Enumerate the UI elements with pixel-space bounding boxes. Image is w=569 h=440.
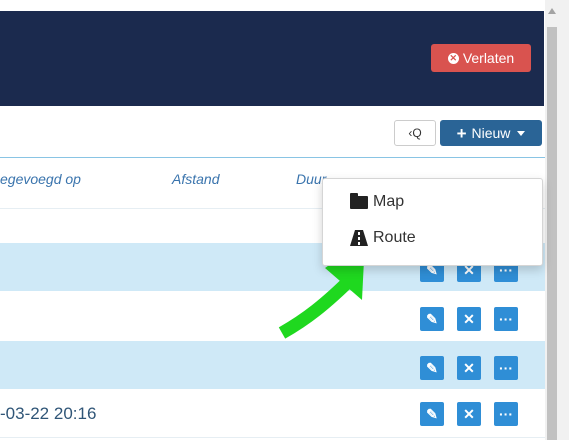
pencil-icon: ✎ bbox=[426, 405, 438, 422]
pencil-icon: ✎ bbox=[426, 359, 438, 376]
dropdown-item-map[interactable]: Map bbox=[350, 192, 405, 211]
column-header-added[interactable]: egevoegd op bbox=[0, 171, 81, 187]
table-cell-date: -03-22 20:16 bbox=[0, 404, 97, 423]
row-divider bbox=[0, 437, 545, 438]
delete-button[interactable]: ✕ bbox=[457, 356, 481, 380]
more-button[interactable]: ··· bbox=[494, 356, 518, 380]
row-actions: ✎ ✕ ··· bbox=[420, 402, 518, 426]
ellipsis-icon: ··· bbox=[499, 406, 513, 422]
dropdown-item-route[interactable]: Route bbox=[350, 229, 416, 247]
folder-icon bbox=[350, 192, 368, 209]
x-icon: ✕ bbox=[463, 359, 475, 376]
delete-button[interactable]: ✕ bbox=[457, 402, 481, 426]
more-button[interactable]: ··· bbox=[494, 307, 518, 331]
scroll-thumb[interactable] bbox=[547, 27, 557, 440]
dropdown-item-label: Route bbox=[373, 229, 416, 246]
leave-label: Verlaten bbox=[462, 50, 515, 66]
plus-icon: + bbox=[456, 123, 467, 143]
leave-icon: ✕ bbox=[447, 52, 459, 64]
leave-button[interactable]: ✕ Verlaten bbox=[431, 44, 531, 72]
ellipsis-icon: ··· bbox=[499, 311, 513, 327]
pencil-icon: ✎ bbox=[426, 310, 438, 327]
column-header-distance[interactable]: Afstand bbox=[172, 171, 219, 187]
scroll-up-arrow-icon[interactable] bbox=[548, 8, 556, 14]
edit-button[interactable]: ✎ bbox=[420, 307, 444, 331]
new-label: Nieuw bbox=[471, 125, 511, 141]
search-toggle-button[interactable]: ‹Q bbox=[394, 120, 436, 146]
dropdown-item-label: Map bbox=[373, 193, 405, 210]
road-icon bbox=[350, 230, 368, 246]
row-actions: ✎ ✕ ··· bbox=[420, 356, 518, 380]
delete-button[interactable]: ✕ bbox=[457, 307, 481, 331]
caret-down-icon bbox=[517, 130, 526, 136]
table-header-divider bbox=[0, 157, 545, 158]
new-button[interactable]: + Nieuw bbox=[440, 120, 542, 146]
new-dropdown-menu: Map Route bbox=[322, 178, 543, 266]
search-icon: ‹Q bbox=[408, 126, 422, 140]
edit-button[interactable]: ✎ bbox=[420, 402, 444, 426]
x-icon: ✕ bbox=[463, 405, 475, 422]
ellipsis-icon: ··· bbox=[499, 360, 513, 376]
more-button[interactable]: ··· bbox=[494, 402, 518, 426]
row-actions: ✎ ✕ ··· bbox=[420, 307, 518, 331]
x-icon: ✕ bbox=[463, 310, 475, 327]
edit-button[interactable]: ✎ bbox=[420, 356, 444, 380]
